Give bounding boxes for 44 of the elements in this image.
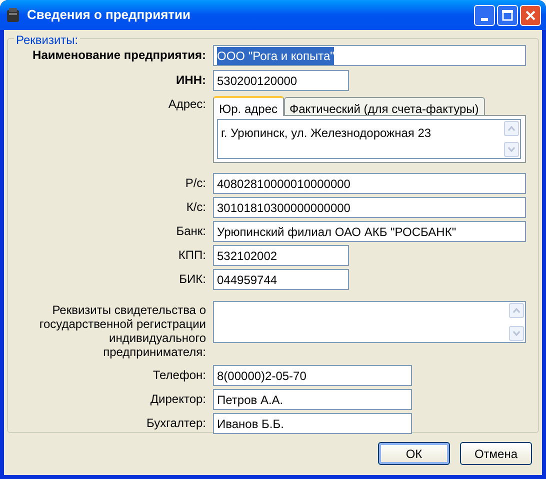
text-field[interactable]: Петров А.А.: [213, 389, 412, 410]
field-label: Реквизиты свидетельства о государственной регистрации индивидуального предпринимателя:: [38, 303, 206, 359]
text-field[interactable]: 8(00000)2-05-70: [213, 365, 412, 386]
scroll-button[interactable]: [509, 326, 524, 341]
field-label: КПП:: [178, 248, 206, 264]
scroll-button[interactable]: [504, 121, 519, 136]
text-field[interactable]: 40802810000010000000: [213, 173, 526, 194]
close-button[interactable]: [520, 4, 541, 26]
minimize-button[interactable]: [474, 4, 495, 26]
field-label: Адрес:: [168, 97, 206, 113]
field-label: ИНН:: [176, 73, 206, 89]
chevron-down-icon: [508, 147, 515, 152]
field-label: Банк:: [176, 224, 206, 240]
field-label: Р/с:: [185, 176, 206, 192]
field-label: БИК:: [179, 272, 206, 288]
field-label: Директор:: [150, 392, 206, 408]
text-field[interactable]: Урюпинский филиал ОАО АКБ "РОСБАНК": [213, 221, 526, 242]
field-label: К/с:: [186, 200, 206, 216]
close-icon: [525, 10, 536, 20]
maximize-icon: [502, 10, 513, 20]
field-label: Бухгалтер:: [146, 416, 206, 432]
text-area[interactable]: [213, 301, 526, 343]
dialog-button[interactable]: Отмена: [460, 442, 532, 465]
text-field[interactable]: 30101810300000000000: [213, 197, 526, 218]
tab[interactable]: Юр. адрес: [213, 96, 284, 116]
text-field[interactable]: ООО "Рога и копыта": [213, 45, 526, 66]
text-field[interactable]: 532102002: [213, 245, 349, 266]
window-title: Сведения о предприятии: [27, 6, 192, 24]
scroll-button[interactable]: [504, 142, 519, 157]
text-area[interactable]: г. Урюпинск, ул. Железнодорожная 23: [217, 119, 521, 159]
chevron-down-icon: [513, 331, 520, 336]
minimize-icon: [481, 18, 488, 20]
app-icon: [5, 7, 21, 23]
maximize-button[interactable]: [497, 4, 518, 26]
scroll-button[interactable]: [509, 303, 524, 318]
tab[interactable]: Фактический (для счета-фактуры): [284, 97, 485, 115]
field-label: Телефон:: [152, 368, 206, 384]
dialog-button[interactable]: ОК: [378, 442, 450, 465]
chevron-up-icon: [508, 126, 515, 131]
field-label: Наименование предприятия:: [32, 48, 206, 64]
text-field[interactable]: 530200120000: [213, 70, 349, 91]
text-field[interactable]: Иванов Б.Б.: [213, 413, 412, 434]
text-field[interactable]: 044959744: [213, 269, 349, 290]
chevron-up-icon: [513, 308, 520, 313]
